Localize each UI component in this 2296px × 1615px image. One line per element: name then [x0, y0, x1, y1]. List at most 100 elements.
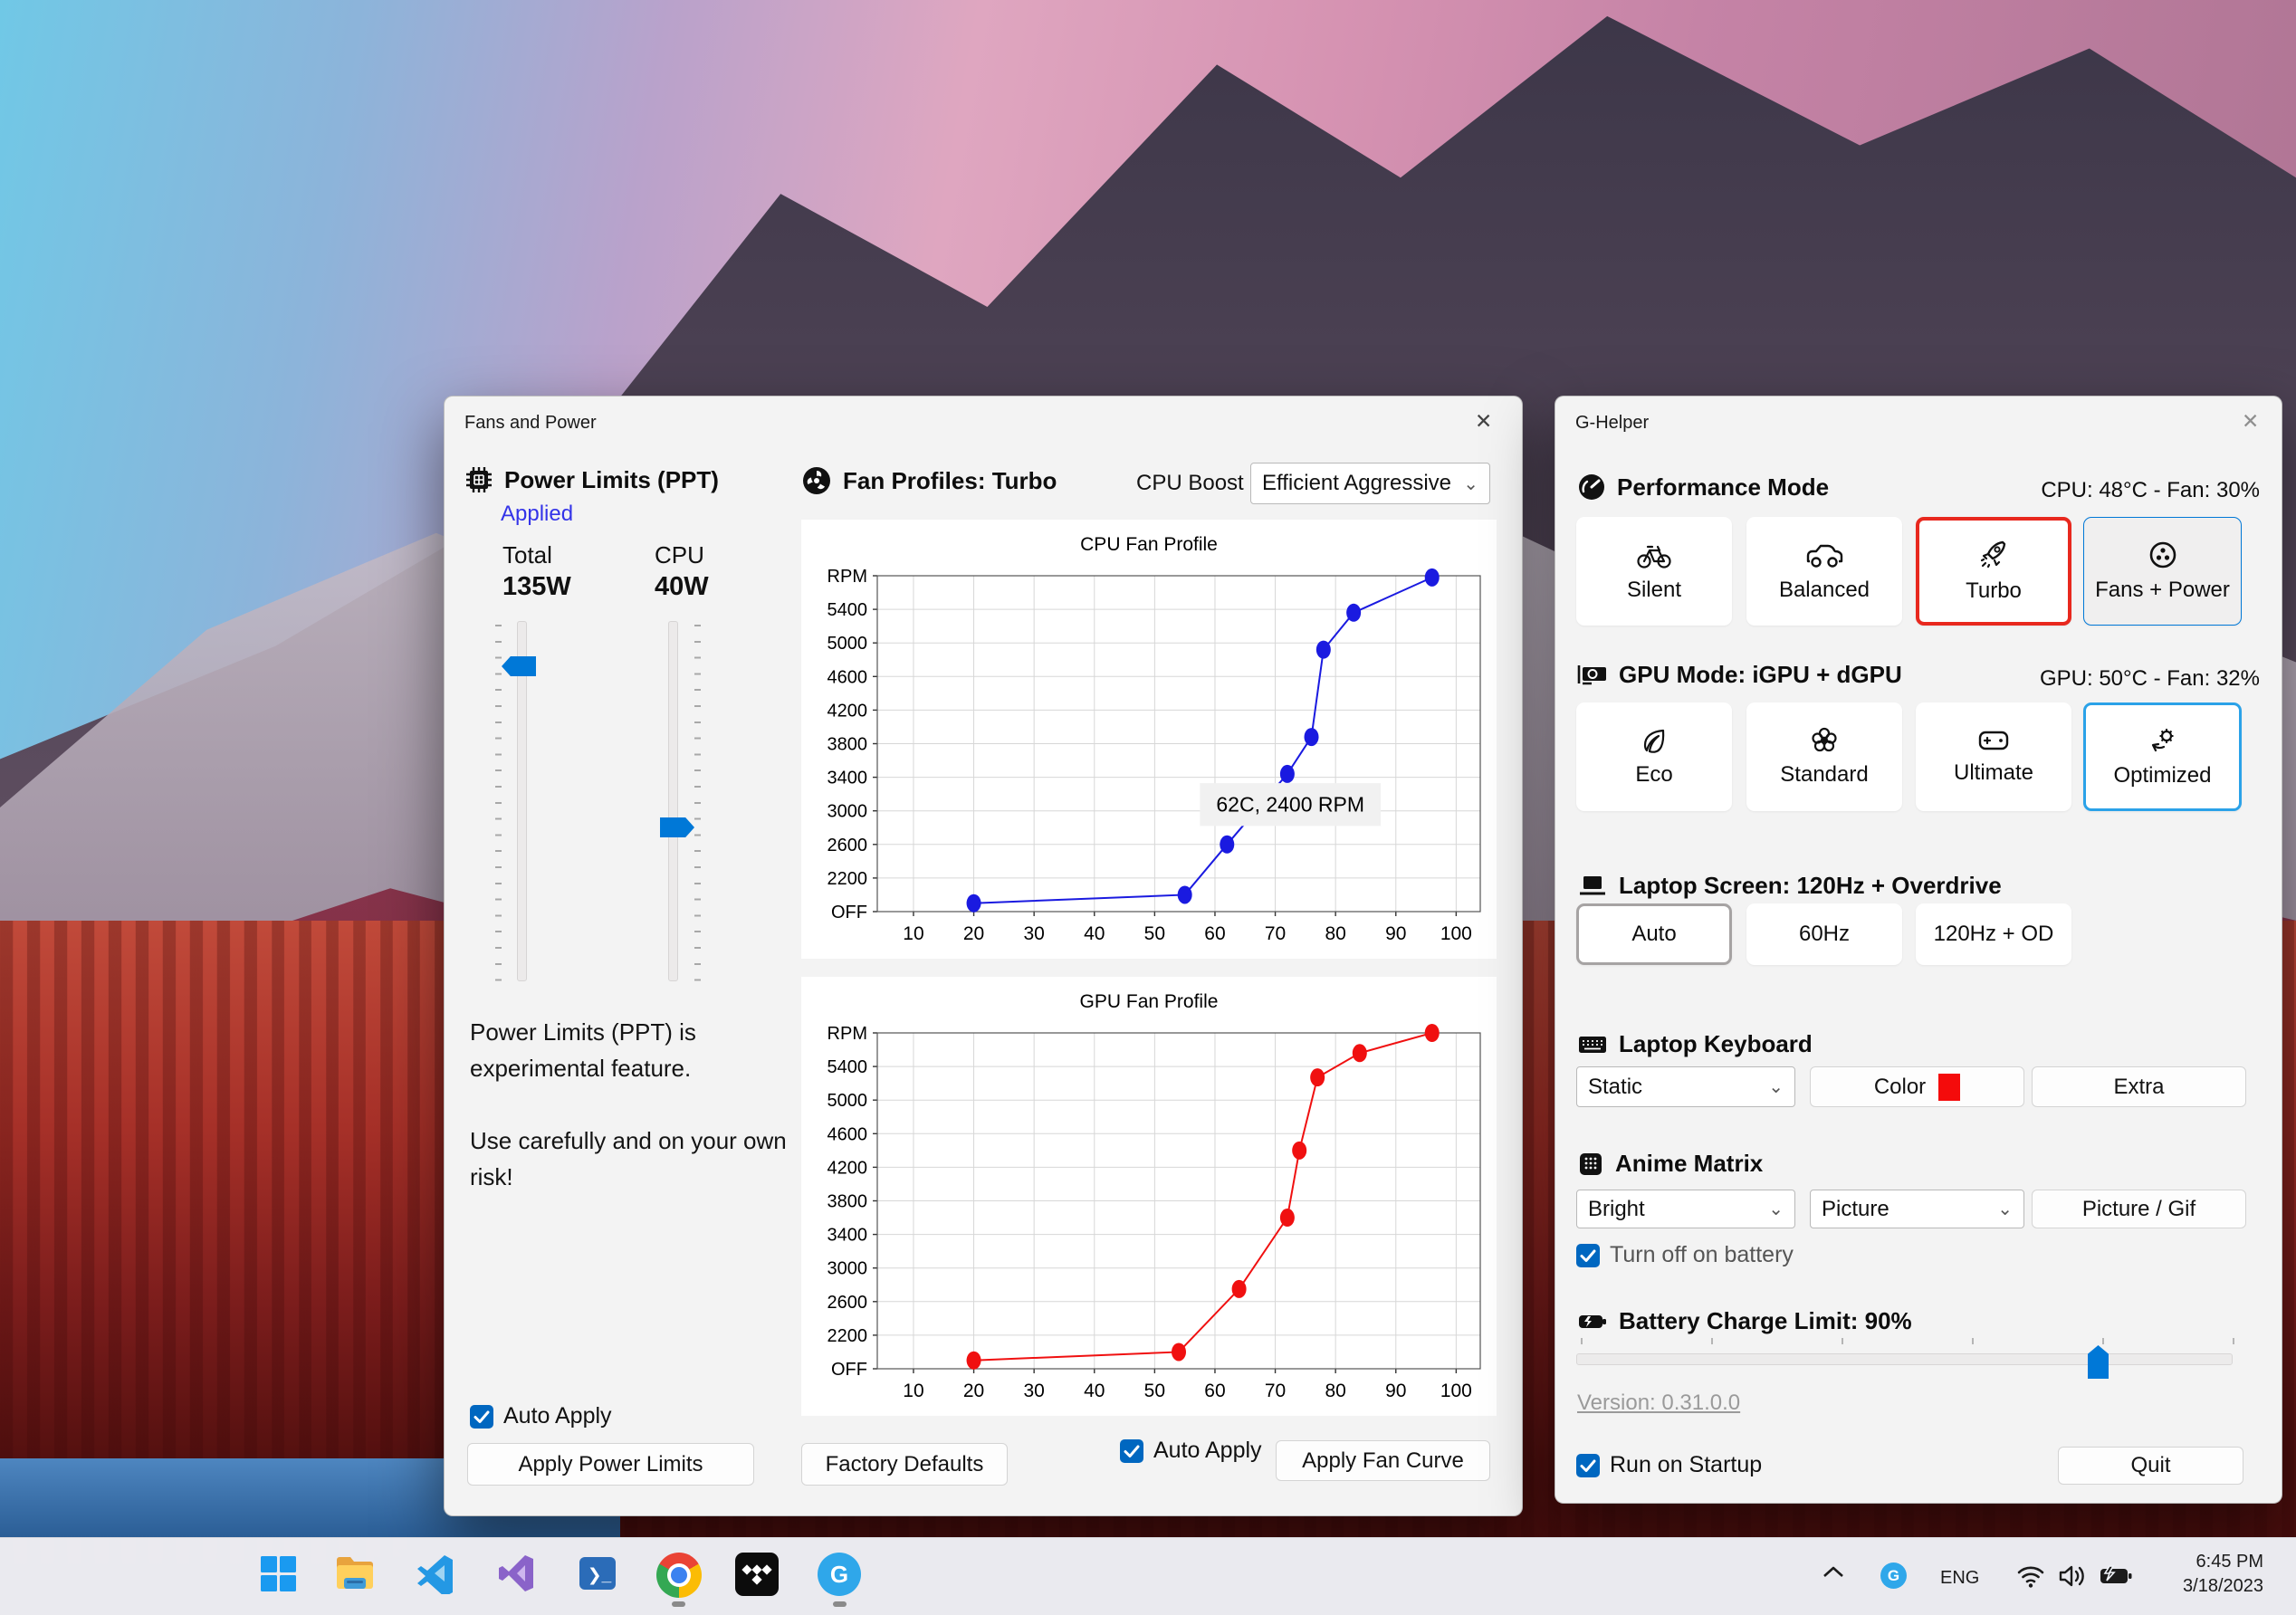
- svg-text:50: 50: [1144, 1381, 1165, 1401]
- gpu-mode-optimized[interactable]: Optimized: [2083, 702, 2242, 811]
- svg-text:RPM: RPM: [828, 1024, 867, 1044]
- file-explorer-icon[interactable]: [333, 1553, 378, 1598]
- tidal-icon[interactable]: [735, 1553, 780, 1598]
- cpu-fan-chart[interactable]: CPU Fan Profile 10 20 30 40 50 60 70 80 90 100 OFF 2…: [801, 520, 1497, 959]
- language-indicator[interactable]: ENG: [1940, 1568, 1979, 1589]
- cpu-slider-thumb[interactable]: [660, 817, 694, 837]
- screen-mode-auto[interactable]: Auto: [1576, 903, 1732, 965]
- laptop-icon: [1580, 875, 1605, 894]
- fan-power-icon: [2149, 541, 2176, 569]
- gpu-temp-fan-status: GPU: 50°C - Fan: 32%: [2039, 666, 2260, 691]
- perf-mode-balanced[interactable]: Balanced: [1746, 517, 1902, 626]
- svg-text:60: 60: [1204, 1381, 1225, 1401]
- tray-chevron-icon[interactable]: [1822, 1564, 1845, 1579]
- perf-mode-silent[interactable]: Silent: [1576, 517, 1732, 626]
- keyboard-mode-select[interactable]: Static ⌄: [1576, 1066, 1795, 1107]
- cpu-boost-select[interactable]: Efficient Aggressive ⌄: [1250, 463, 1490, 504]
- chrome-running-indicator: [672, 1601, 685, 1607]
- ppt-warning-text-1: Power Limits (PPT) is experimental featu…: [470, 1018, 696, 1082]
- svg-text:90: 90: [1385, 923, 1406, 944]
- version-link[interactable]: Version: 0.31.0.0: [1577, 1390, 1740, 1416]
- battery-bolt-icon: [1579, 1314, 1606, 1328]
- chrome-icon[interactable]: [656, 1553, 702, 1598]
- fans-window-title: Fans and Power: [464, 413, 597, 433]
- factory-defaults-button[interactable]: Factory Defaults: [801, 1443, 1008, 1486]
- svg-text:GPU Fan Profile: GPU Fan Profile: [1080, 991, 1219, 1012]
- svg-text:60: 60: [1204, 923, 1225, 944]
- visual-studio-icon[interactable]: [496, 1553, 541, 1598]
- cpu-temp-fan-status: CPU: 48°C - Fan: 30%: [2041, 478, 2260, 502]
- volume-icon[interactable]: [2057, 1562, 2088, 1590]
- quit-button[interactable]: Quit: [2058, 1447, 2243, 1485]
- anime-matrix-header: Anime Matrix: [1577, 1150, 1763, 1178]
- start-button[interactable]: [257, 1553, 302, 1598]
- turn-off-on-battery-checkbox[interactable]: [1576, 1243, 1600, 1267]
- keyboard-color-button[interactable]: Color: [1810, 1066, 2024, 1107]
- svg-text:4600: 4600: [828, 667, 868, 687]
- anime-picture-gif-button[interactable]: Picture / Gif: [2032, 1190, 2246, 1228]
- vscode-icon[interactable]: [415, 1553, 460, 1598]
- svg-text:20: 20: [963, 923, 984, 944]
- chevron-down-icon: ⌄: [1768, 1199, 1784, 1219]
- applied-status-link[interactable]: Applied: [501, 502, 573, 527]
- tray-date: 3/18/2023: [2183, 1576, 2263, 1596]
- power-auto-apply-checkbox[interactable]: [470, 1404, 493, 1429]
- svg-text:2200: 2200: [828, 869, 868, 889]
- svg-text:4200: 4200: [828, 701, 868, 721]
- run-on-startup-checkbox[interactable]: [1576, 1453, 1600, 1477]
- gpu-mode-eco[interactable]: Eco: [1576, 702, 1732, 811]
- cpu-value: 40W: [655, 572, 709, 601]
- svg-text:70: 70: [1265, 1381, 1286, 1401]
- fan-auto-apply-checkbox[interactable]: [1120, 1438, 1143, 1463]
- svg-text:30: 30: [1023, 923, 1044, 944]
- keyboard-extra-button[interactable]: Extra: [2032, 1066, 2246, 1107]
- turn-off-on-battery-label: Turn off on battery: [1610, 1242, 1794, 1267]
- perf-mode-fans-power[interactable]: Fans + Power: [2083, 517, 2242, 626]
- total-slider-ticks: [495, 625, 502, 981]
- terminal-icon[interactable]: ❯_: [577, 1553, 622, 1598]
- perf-mode-turbo[interactable]: Turbo: [1916, 517, 2071, 626]
- cpu-boost-label: CPU Boost: [1136, 471, 1244, 495]
- apply-power-limits-button[interactable]: Apply Power Limits: [467, 1443, 754, 1486]
- chevron-down-icon: ⌄: [1768, 1077, 1784, 1097]
- ghelper-tray-icon[interactable]: G: [1880, 1562, 1907, 1589]
- svg-text:2600: 2600: [828, 1293, 868, 1313]
- leaf-icon: [1643, 729, 1665, 753]
- flower-icon: [1812, 727, 1837, 752]
- battery-slider-track[interactable]: [1576, 1353, 2233, 1365]
- battery-slider-thumb[interactable]: [2088, 1345, 2109, 1379]
- svg-text:10: 10: [903, 1381, 923, 1401]
- svg-text:10: 10: [903, 923, 923, 944]
- gamepad-icon: [1978, 731, 2009, 750]
- fan-profiles-header: Fan Profiles: Turbo: [801, 465, 1057, 496]
- close-icon[interactable]: ✕: [2242, 409, 2259, 434]
- gpu-mode-ultimate[interactable]: Ultimate: [1916, 702, 2071, 811]
- gpu-fan-chart[interactable]: GPU Fan Profile 10 20 30 40 50 60 70 80 90 100 OFF 2…: [801, 977, 1497, 1416]
- close-icon[interactable]: ✕: [1475, 409, 1492, 434]
- gpu-mode-standard[interactable]: Standard: [1746, 702, 1902, 811]
- fan-auto-apply-row: Auto Apply: [1120, 1438, 1262, 1464]
- cpu-slider-track[interactable]: [668, 621, 678, 981]
- anime-brightness-select[interactable]: Bright ⌄: [1576, 1190, 1795, 1228]
- g-helper-taskbar-icon[interactable]: G: [818, 1553, 863, 1598]
- anime-mode-select[interactable]: Picture ⌄: [1810, 1190, 2024, 1228]
- ppt-warning-text-2: Use carefully and on your own risk!: [470, 1127, 787, 1190]
- svg-text:40: 40: [1084, 923, 1105, 944]
- screen-mode-120hz-od[interactable]: 120Hz + OD: [1916, 903, 2071, 965]
- wifi-icon[interactable]: [2016, 1562, 2045, 1590]
- clock[interactable]: 6:45 PM 3/18/2023: [2183, 1550, 2263, 1599]
- apply-fan-curve-button[interactable]: Apply Fan Curve: [1276, 1440, 1490, 1481]
- svg-text:4200: 4200: [828, 1158, 868, 1178]
- performance-mode-header: Performance Mode: [1577, 473, 1829, 502]
- svg-text:RPM: RPM: [828, 567, 867, 587]
- screen-mode-60hz[interactable]: 60Hz: [1746, 903, 1902, 965]
- matrix-icon: [1580, 1152, 1602, 1175]
- svg-text:CPU Fan Profile: CPU Fan Profile: [1080, 534, 1218, 555]
- battery-limit-header: Battery Charge Limit: 90%: [1577, 1307, 1912, 1335]
- svg-text:3000: 3000: [828, 1259, 868, 1279]
- total-slider-thumb[interactable]: [502, 656, 536, 676]
- svg-text:3000: 3000: [828, 802, 868, 822]
- power-auto-apply-label: Auto Apply: [503, 1403, 612, 1429]
- cpu-label: CPU: [655, 541, 704, 569]
- battery-tray-icon[interactable]: [2099, 1564, 2133, 1588]
